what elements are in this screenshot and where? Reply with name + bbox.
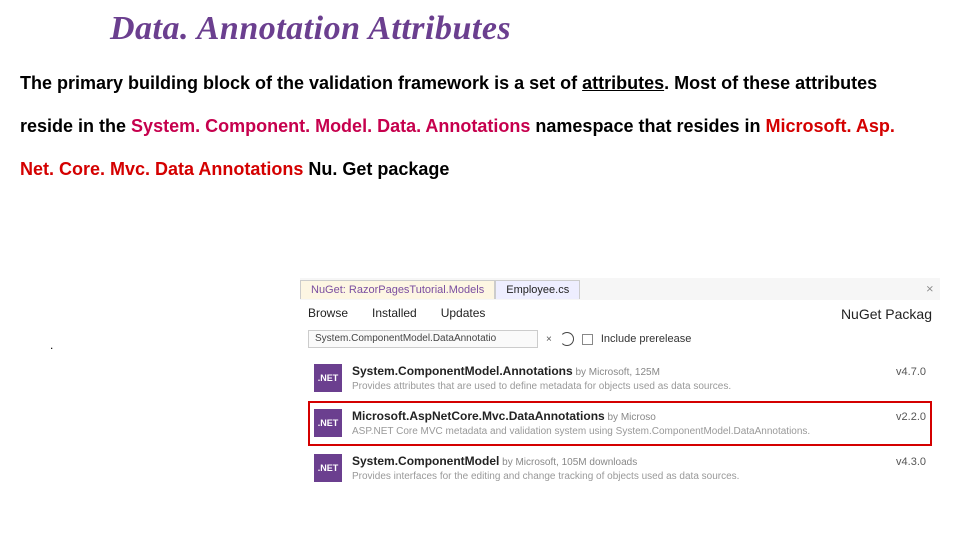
body-underline-attributes: attributes xyxy=(582,73,664,93)
result-description: Provides interfaces for the editing and … xyxy=(352,470,886,483)
result-byline: by Microsoft, 105M downloads xyxy=(499,457,637,468)
nuget-result-item[interactable]: .NET System.ComponentModel by Microsoft, … xyxy=(308,446,932,491)
result-meta: System.ComponentModel by Microsoft, 105M… xyxy=(352,454,886,483)
result-byline: by Microsoft, 125M xyxy=(573,367,660,378)
nuget-results-list: .NET System.ComponentModel.Annotations by… xyxy=(300,356,940,491)
result-version: v4.3.0 xyxy=(896,454,926,468)
result-byline: by Microso xyxy=(605,412,656,423)
body-frag-1: The primary building block of the valida… xyxy=(20,73,582,93)
net-badge-icon: .NET xyxy=(314,364,342,392)
slide-body: The primary building block of the valida… xyxy=(20,62,940,192)
nav-browse[interactable]: Browse xyxy=(308,306,348,322)
body-frag-2b: namespace that resides in xyxy=(530,116,765,136)
result-name: System.ComponentModel.Annotations xyxy=(352,364,573,378)
result-meta: Microsoft.AspNetCore.Mvc.DataAnnotations… xyxy=(352,409,886,438)
nuget-search-row: System.ComponentModel.DataAnnotatio × In… xyxy=(300,326,940,356)
nuget-brand-label: NuGet Packag xyxy=(841,306,932,322)
refresh-icon[interactable] xyxy=(560,332,574,346)
period-mark: . xyxy=(50,338,53,352)
nav-installed[interactable]: Installed xyxy=(372,306,417,322)
result-version: v2.2.0 xyxy=(896,409,926,423)
result-description: Provides attributes that are used to def… xyxy=(352,380,886,393)
tab-employee-cs[interactable]: Employee.cs xyxy=(495,280,580,299)
search-input[interactable]: System.ComponentModel.DataAnnotatio xyxy=(308,330,538,348)
clear-search-icon[interactable]: × xyxy=(546,334,552,345)
prerelease-label: Include prerelease xyxy=(601,333,692,345)
slide-title: Data. Annotation Attributes xyxy=(20,0,940,62)
tab-nuget-models[interactable]: NuGet: RazorPagesTutorial.Models xyxy=(300,280,495,299)
net-badge-icon: .NET xyxy=(314,454,342,482)
result-name: Microsoft.AspNetCore.Mvc.DataAnnotations xyxy=(352,409,605,423)
nuget-result-item[interactable]: .NET System.ComponentModel.Annotations by… xyxy=(308,356,932,401)
result-meta: System.ComponentModel.Annotations by Mic… xyxy=(352,364,886,393)
nuget-nav: Browse Installed Updates NuGet Packag xyxy=(300,300,940,326)
result-description: ASP.NET Core MVC metadata and validation… xyxy=(352,425,886,438)
result-name: System.ComponentModel xyxy=(352,454,499,468)
net-badge-icon: .NET xyxy=(314,409,342,437)
tab-close-icon[interactable]: ⨯ xyxy=(920,284,940,295)
body-frag-2c: Nu. Get package xyxy=(308,159,449,179)
nav-updates[interactable]: Updates xyxy=(441,306,486,322)
nuget-panel: NuGet: RazorPagesTutorial.Models Employe… xyxy=(300,278,940,491)
nuget-result-item[interactable]: .NET Microsoft.AspNetCore.Mvc.DataAnnotat… xyxy=(308,401,932,446)
prerelease-checkbox[interactable] xyxy=(582,334,593,345)
result-version: v4.7.0 xyxy=(896,364,926,378)
namespace-text: System. Component. Model. Data. Annotati… xyxy=(131,116,530,136)
nuget-tabbar: NuGet: RazorPagesTutorial.Models Employe… xyxy=(300,278,940,300)
